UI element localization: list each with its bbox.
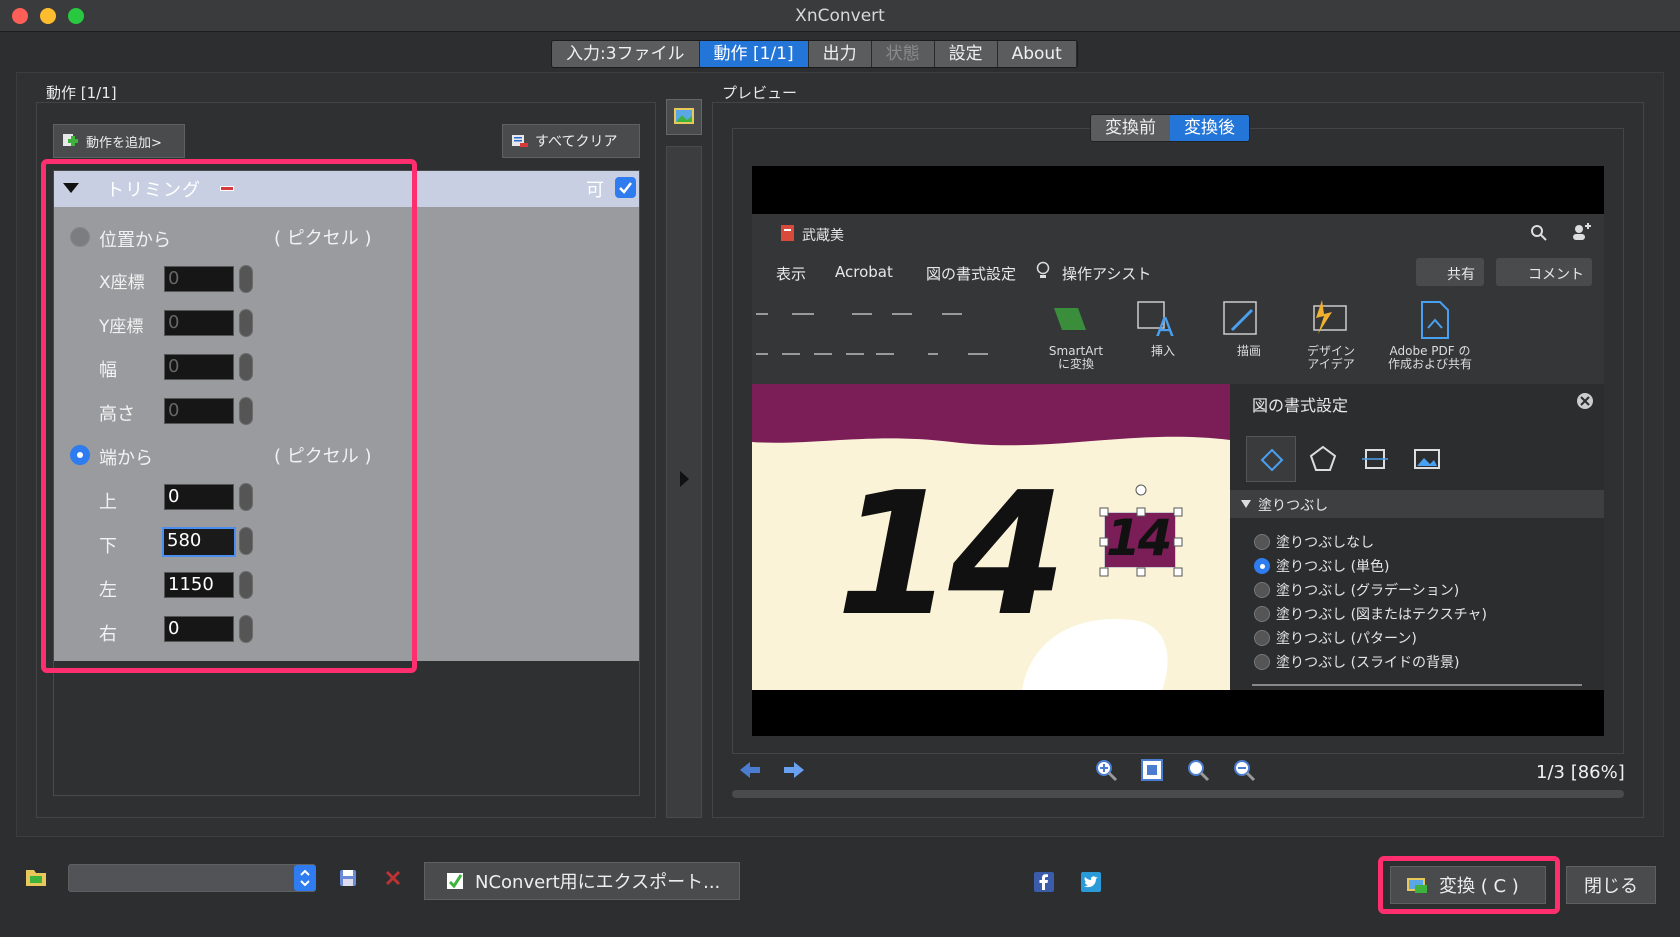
main-tabs: 入力:3ファイル 動作 [1/1] 出力 状態 設定 About bbox=[551, 40, 1078, 68]
ribbon-insert-label: 挿入 bbox=[1150, 344, 1175, 358]
add-action-button[interactable]: 動作を追加> bbox=[53, 124, 185, 158]
after-button[interactable]: 変換後 bbox=[1170, 115, 1249, 141]
image-preview-icon bbox=[674, 108, 694, 124]
export-nconvert-label: NConvert用にエクスポート... bbox=[475, 872, 721, 893]
close-label: 閉じる bbox=[1584, 876, 1638, 897]
export-icon bbox=[447, 873, 463, 889]
previous-image-icon[interactable] bbox=[738, 760, 762, 780]
ppt-comment-label: コメント bbox=[1528, 267, 1584, 283]
tab-settings[interactable]: 設定 bbox=[934, 41, 998, 67]
fill-options: 塗りつぶしなし 塗りつぶし (単色) 塗りつぶし (グラデーション) 塗りつぶし… bbox=[1254, 530, 1487, 674]
open-folder-icon[interactable] bbox=[24, 866, 48, 888]
trim-highlight-box bbox=[41, 159, 417, 673]
ppt-filename: 武蔵美 bbox=[802, 228, 844, 244]
ppt-file-icon bbox=[781, 225, 794, 241]
zoom-in-icon[interactable] bbox=[1094, 758, 1118, 782]
selection-handles-icon bbox=[1099, 484, 1183, 577]
paint-bucket-icon bbox=[1260, 448, 1284, 472]
actual-size-icon[interactable] bbox=[1186, 758, 1210, 782]
picture-icon bbox=[1414, 449, 1440, 469]
close-button[interactable]: 閉じる bbox=[1566, 866, 1656, 904]
twitter-glyph-icon bbox=[1084, 876, 1098, 888]
size-layout-icon bbox=[1362, 449, 1388, 469]
search-icon bbox=[1531, 225, 1547, 241]
svg-text:A: A bbox=[1156, 313, 1174, 340]
preview-title: プレビュー bbox=[722, 84, 798, 102]
fill-option: 塗りつぶし (単色) bbox=[1254, 554, 1487, 578]
next-image-icon[interactable] bbox=[782, 760, 806, 780]
ppt-menu-acrobat: Acrobat bbox=[835, 263, 893, 281]
smartart-icon bbox=[1054, 308, 1086, 330]
fill-option: 塗りつぶしなし bbox=[1254, 530, 1487, 554]
pane-divider bbox=[1252, 684, 1582, 686]
insert-textbox-icon: A bbox=[1137, 301, 1174, 340]
save-preset-icon[interactable] bbox=[338, 868, 358, 888]
fill-option: 塗りつぶし (グラデーション) bbox=[1254, 578, 1487, 602]
export-nconvert-button[interactable]: NConvert用にエクスポート... bbox=[424, 862, 740, 900]
ppt-paragraph-tools-icon bbox=[756, 313, 988, 355]
preset-select[interactable] bbox=[68, 864, 316, 892]
facebook-glyph-icon bbox=[1039, 874, 1048, 890]
fill-option: 塗りつぶし (図またはテクスチャ) bbox=[1254, 602, 1487, 626]
tab-input[interactable]: 入力:3ファイル bbox=[552, 41, 700, 67]
ribbon-draw-label: 描画 bbox=[1236, 344, 1261, 358]
add-action-label: 動作を追加> bbox=[86, 135, 162, 151]
enabled-checkbox[interactable] bbox=[615, 177, 636, 198]
ribbon-design-label: デザイン アイデア bbox=[1306, 344, 1355, 371]
design-ideas-icon bbox=[1313, 300, 1347, 334]
clear-all-label: すべてクリア bbox=[535, 134, 618, 150]
user-add-icon bbox=[1573, 223, 1591, 240]
format-pane-title: 図の書式設定 bbox=[1252, 396, 1349, 415]
draw-icon bbox=[1223, 301, 1257, 335]
before-button[interactable]: 変換前 bbox=[1091, 115, 1170, 141]
enabled-label: 可 bbox=[586, 180, 604, 201]
clear-all-button[interactable]: すべてクリア bbox=[502, 124, 640, 158]
zoom-out-icon[interactable] bbox=[1232, 758, 1256, 782]
ribbon-adobe-label: Adobe PDF の 作成および共有 bbox=[1387, 344, 1472, 371]
preview-scrollbar[interactable] bbox=[732, 790, 1624, 798]
close-pane-icon bbox=[1577, 393, 1593, 409]
checkmark-icon bbox=[619, 182, 632, 194]
actions-title: 動作 [1/1] bbox=[46, 84, 117, 102]
ppt-menu-format: 図の書式設定 bbox=[926, 265, 1017, 283]
fill-section-title: 塗りつぶし bbox=[1258, 498, 1329, 514]
expand-right-icon[interactable] bbox=[678, 470, 690, 488]
xnconvert-window: XnConvert 入力:3ファイル 動作 [1/1] 出力 状態 設定 Abo… bbox=[0, 0, 1680, 937]
fill-option: 塗りつぶし (スライドの背景) bbox=[1254, 650, 1487, 674]
preview-toggle-button[interactable] bbox=[666, 99, 702, 135]
window-title: XnConvert bbox=[795, 6, 885, 26]
tab-actions[interactable]: 動作 [1/1] bbox=[699, 41, 809, 67]
lightbulb-icon bbox=[1036, 261, 1050, 278]
tab-about[interactable]: About bbox=[997, 41, 1077, 67]
updown-chevron-icon bbox=[300, 869, 310, 887]
preset-select-stepper[interactable] bbox=[294, 865, 316, 891]
fill-option: 塗りつぶし (パターン) bbox=[1254, 626, 1487, 650]
convert-highlight-box bbox=[1378, 856, 1560, 914]
twitter-icon[interactable] bbox=[1081, 872, 1101, 892]
ppt-menu-view: 表示 bbox=[776, 265, 807, 283]
before-after-toggle: 変換前 変換後 bbox=[1090, 114, 1250, 142]
slide-number-large: 14 bbox=[836, 456, 1067, 654]
ppt-share-label: 共有 bbox=[1447, 267, 1475, 283]
adobe-pdf-icon bbox=[1421, 301, 1449, 339]
section-expanded-icon bbox=[1241, 500, 1251, 508]
clear-list-icon bbox=[512, 135, 528, 147]
pentagon-icon bbox=[1309, 445, 1337, 471]
tab-output[interactable]: 出力 bbox=[808, 41, 872, 67]
page-zoom-info: 1/3 [86%] bbox=[1536, 762, 1625, 783]
fit-to-window-icon[interactable] bbox=[1140, 758, 1164, 782]
ppt-menu-assist: 操作アシスト bbox=[1062, 265, 1152, 283]
delete-preset-icon[interactable] bbox=[384, 869, 402, 887]
tab-status[interactable]: 状態 bbox=[871, 41, 935, 67]
facebook-icon[interactable] bbox=[1034, 872, 1054, 892]
add-action-icon bbox=[63, 134, 78, 146]
ribbon-smartart-label: SmartArt に変換 bbox=[1048, 344, 1104, 371]
